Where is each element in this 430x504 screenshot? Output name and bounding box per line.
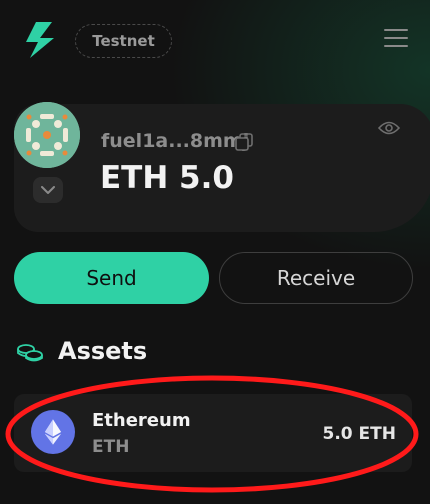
account-switcher-button[interactable] <box>33 177 63 203</box>
wallet-home: Testnet fuel1a...8mmj ETH 5.0 Send Recei… <box>0 0 430 504</box>
avatar-pattern-icon <box>14 102 80 168</box>
assets-title: Assets <box>58 337 148 365</box>
asset-symbol: ETH <box>92 437 130 457</box>
receive-button[interactable]: Receive <box>219 252 413 304</box>
account-address: fuel1a...8mmj <box>101 130 250 152</box>
avatar[interactable] <box>14 102 80 168</box>
coins-icon <box>16 341 44 363</box>
receive-button-label: Receive <box>276 266 356 290</box>
fuel-logo-icon <box>22 20 60 60</box>
asset-name: Ethereum <box>92 410 191 431</box>
chevron-down-icon <box>41 186 55 194</box>
send-button-label: Send <box>86 266 137 290</box>
network-label: Testnet <box>92 32 155 50</box>
asset-amount: 5.0 ETH <box>322 424 396 444</box>
hamburger-menu-icon[interactable] <box>384 29 408 51</box>
eye-icon[interactable] <box>377 120 401 136</box>
send-button[interactable]: Send <box>14 252 209 304</box>
ethereum-icon <box>31 410 75 454</box>
account-balance: ETH 5.0 <box>100 160 234 196</box>
copy-icon[interactable] <box>235 133 253 151</box>
network-badge[interactable]: Testnet <box>75 24 172 58</box>
